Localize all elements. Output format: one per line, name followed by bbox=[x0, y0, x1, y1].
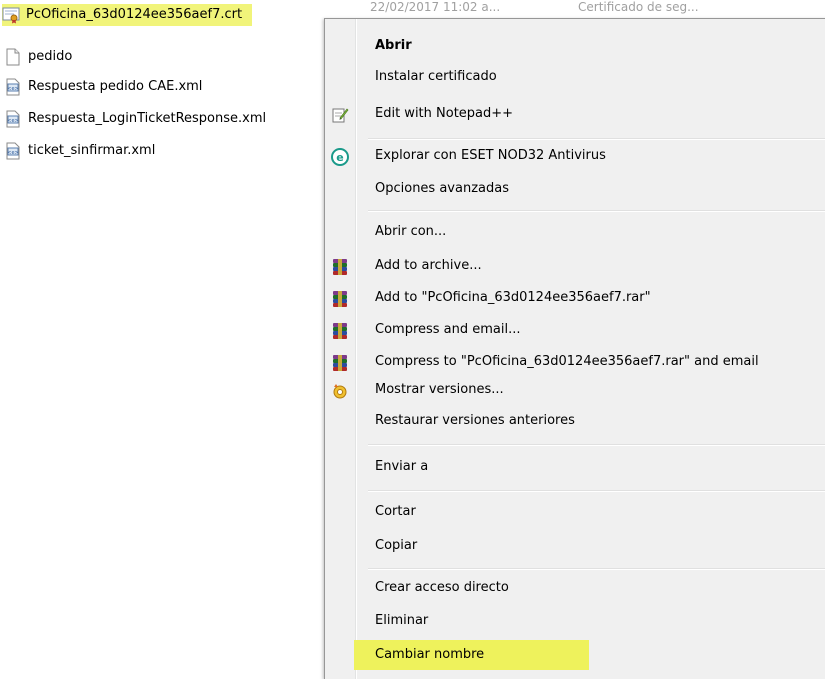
menu-item-label: Enviar a bbox=[375, 459, 429, 474]
menu-item-compress-to-rar-email[interactable]: Compress to "PcOficina_63d0124ee356aef7.… bbox=[326, 347, 825, 377]
menu-item-edit-notepad[interactable]: Edit with Notepad++ bbox=[326, 99, 825, 129]
menu-item-restaurar-versiones[interactable]: Restaurar versiones anteriores bbox=[326, 406, 825, 436]
menu-separator bbox=[368, 138, 825, 140]
file-name: Respuesta pedido CAE.xml bbox=[28, 79, 203, 94]
svg-text:<e>: <e> bbox=[7, 86, 18, 92]
versions-icon bbox=[331, 382, 349, 400]
menu-separator bbox=[368, 210, 825, 212]
xml-file-icon: <e> bbox=[6, 142, 20, 160]
menu-separator bbox=[368, 444, 825, 446]
menu-item-label: Opciones avanzadas bbox=[375, 181, 509, 196]
menu-item-instalar-certificado[interactable]: Instalar certificado bbox=[326, 62, 825, 92]
menu-item-mostrar-versiones[interactable]: Mostrar versiones... bbox=[326, 375, 825, 405]
winrar-icon bbox=[331, 354, 349, 372]
menu-item-label: Abrir con... bbox=[375, 224, 447, 239]
file-row-ticket[interactable]: <e> ticket_sinfirmar.xml bbox=[4, 140, 155, 162]
menu-item-cortar[interactable]: Cortar bbox=[326, 497, 825, 527]
file-name: ticket_sinfirmar.xml bbox=[28, 143, 156, 158]
file-row-pedido[interactable]: pedido bbox=[4, 46, 72, 68]
menu-item-label: Cambiar nombre bbox=[375, 647, 485, 662]
menu-item-add-to-archive[interactable]: Add to archive... bbox=[326, 251, 825, 281]
menu-item-label: Restaurar versiones anteriores bbox=[375, 413, 575, 428]
menu-item-abrir[interactable]: Abrir bbox=[326, 31, 825, 61]
menu-item-label: Edit with Notepad++ bbox=[375, 106, 514, 121]
file-row-respuesta-login[interactable]: <e> Respuesta_LoginTicketResponse.xml bbox=[4, 108, 266, 130]
context-menu: Abrir Instalar certificado Edit with Not… bbox=[324, 18, 825, 679]
menu-item-add-to-rar[interactable]: Add to "PcOficina_63d0124ee356aef7.rar" bbox=[326, 283, 825, 313]
menu-item-label: Eliminar bbox=[375, 613, 429, 628]
menu-item-label: Copiar bbox=[375, 538, 418, 553]
menu-item-label: Instalar certificado bbox=[375, 69, 497, 84]
winrar-icon bbox=[331, 290, 349, 308]
menu-separator bbox=[368, 490, 825, 492]
file-name: pedido bbox=[28, 49, 73, 64]
svg-text:<e>: <e> bbox=[7, 118, 18, 124]
menu-item-label: Compress and email... bbox=[375, 322, 521, 337]
menu-item-label: Explorar con ESET NOD32 Antivirus bbox=[375, 148, 606, 163]
menu-item-opciones-avanzadas[interactable]: Opciones avanzadas bbox=[326, 174, 825, 204]
menu-item-enviar-a[interactable]: Enviar a bbox=[326, 452, 825, 482]
menu-item-crear-acceso-directo[interactable]: Crear acceso directo bbox=[326, 573, 825, 603]
eset-icon: e bbox=[331, 148, 349, 166]
menu-item-label: Compress to "PcOficina_63d0124ee356aef7.… bbox=[375, 354, 759, 369]
menu-item-eliminar[interactable]: Eliminar bbox=[326, 606, 825, 636]
file-row-respuesta-pedido[interactable]: <e> Respuesta pedido CAE.xml bbox=[4, 76, 202, 98]
menu-item-label: Abrir bbox=[375, 38, 412, 53]
file-name: Respuesta_LoginTicketResponse.xml bbox=[28, 111, 267, 126]
svg-text:e: e bbox=[336, 151, 343, 164]
menu-item-label: Cortar bbox=[375, 504, 416, 519]
menu-item-eset-scan[interactable]: e Explorar con ESET NOD32 Antivirus bbox=[326, 141, 825, 171]
menu-item-abrir-con[interactable]: Abrir con... bbox=[326, 217, 825, 247]
svg-text:<e>: <e> bbox=[7, 150, 18, 156]
menu-item-copiar[interactable]: Copiar bbox=[326, 531, 825, 561]
notepad-plus-plus-icon bbox=[331, 106, 349, 124]
selected-file-date: 22/02/2017 11:02 a... bbox=[370, 0, 501, 14]
menu-item-label: Mostrar versiones... bbox=[375, 382, 504, 397]
certificate-file-icon bbox=[2, 7, 20, 24]
menu-item-label: Add to "PcOficina_63d0124ee356aef7.rar" bbox=[375, 290, 651, 305]
xml-file-icon: <e> bbox=[6, 110, 20, 128]
menu-item-cambiar-nombre[interactable]: Cambiar nombre bbox=[354, 640, 589, 670]
xml-file-icon: <e> bbox=[6, 78, 20, 96]
winrar-icon bbox=[331, 258, 349, 276]
file-name: PcOficina_63d0124ee356aef7.crt bbox=[26, 7, 243, 22]
file-row-certificate[interactable]: PcOficina_63d0124ee356aef7.crt bbox=[2, 4, 253, 26]
blank-file-icon bbox=[6, 48, 20, 66]
menu-item-label: Crear acceso directo bbox=[375, 580, 509, 595]
menu-separator bbox=[368, 568, 825, 570]
menu-item-compress-email[interactable]: Compress and email... bbox=[326, 315, 825, 345]
menu-item-label: Add to archive... bbox=[375, 258, 482, 273]
winrar-icon bbox=[331, 322, 349, 340]
selected-file-type: Certificado de seg... bbox=[578, 0, 699, 14]
